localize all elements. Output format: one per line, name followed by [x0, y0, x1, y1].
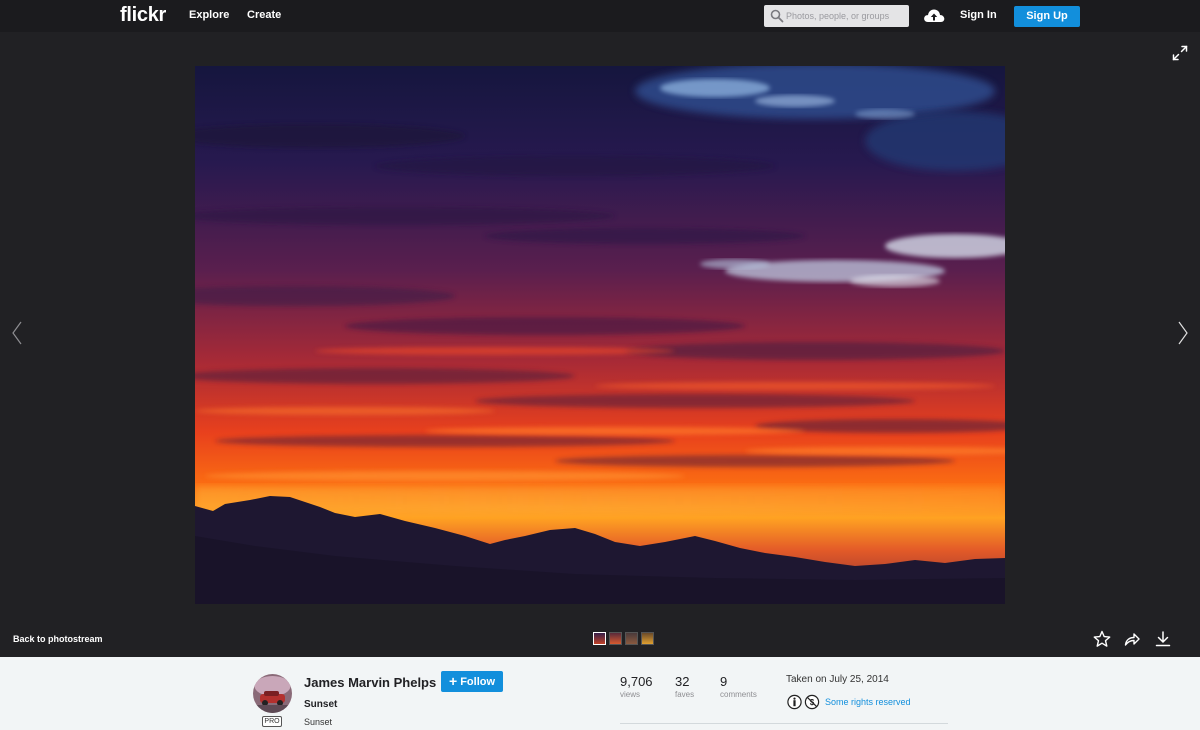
photo-title: Sunset [304, 699, 338, 710]
stat-label: faves [675, 690, 695, 699]
thumbnail[interactable] [593, 632, 606, 645]
expand-icon[interactable] [1172, 45, 1188, 61]
license-icons[interactable]: $ [787, 694, 821, 710]
chevron-right-icon[interactable] [1176, 318, 1190, 348]
top-nav: flickr Explore Create Sign In Sign Up [0, 0, 1200, 32]
download-icon[interactable] [1154, 630, 1172, 648]
follow-button[interactable]: + Follow [441, 671, 503, 692]
stat-label: views [620, 690, 641, 699]
owner-name[interactable]: James Marvin Phelps [304, 675, 436, 690]
thumbnail-strip [593, 632, 654, 646]
back-to-photostream-link[interactable]: Back to photostream [13, 634, 103, 644]
stat-views: 9,706 views [620, 674, 653, 699]
nav-create[interactable]: Create [247, 9, 281, 21]
attribution-icon [787, 694, 802, 710]
star-icon[interactable] [1093, 630, 1111, 648]
nav-explore[interactable]: Explore [189, 9, 229, 21]
thumbnail[interactable] [625, 632, 638, 645]
divider [620, 723, 948, 724]
stat-value: 9,706 [620, 674, 653, 689]
stat-comments: 9 comments [720, 674, 757, 699]
sunset-photo-image [195, 66, 1005, 604]
thumbnail[interactable] [641, 632, 654, 645]
stat-value: 32 [675, 674, 690, 689]
avatar-image [253, 674, 292, 713]
photo-info-panel: PRO James Marvin Phelps + Follow Sunset … [0, 657, 1200, 730]
upload-cloud-icon[interactable] [923, 6, 945, 26]
plus-icon: + [448, 673, 458, 689]
search-icon [770, 9, 784, 23]
search-box[interactable] [764, 5, 909, 27]
sign-in-link[interactable]: Sign In [960, 9, 997, 21]
share-icon[interactable] [1123, 630, 1141, 648]
pro-badge: PRO [262, 716, 282, 727]
stat-faves: 32 faves [675, 674, 694, 699]
license-link[interactable]: Some rights reserved [825, 697, 911, 707]
thumbnail[interactable] [609, 632, 622, 645]
main-photo[interactable] [195, 66, 1005, 604]
stat-value: 9 [720, 674, 728, 689]
date-taken[interactable]: Taken on July 25, 2014 [786, 674, 889, 685]
sign-up-button[interactable]: Sign Up [1014, 6, 1080, 27]
search-input[interactable] [786, 7, 906, 25]
noncommercial-icon: $ [804, 694, 820, 710]
photo-description: Sunset [304, 717, 333, 727]
stat-label: comments [720, 690, 757, 699]
follow-label: Follow [460, 676, 496, 688]
chevron-left-icon[interactable] [10, 318, 24, 348]
flickr-logo[interactable]: flickr [120, 4, 166, 27]
avatar[interactable] [253, 674, 292, 713]
